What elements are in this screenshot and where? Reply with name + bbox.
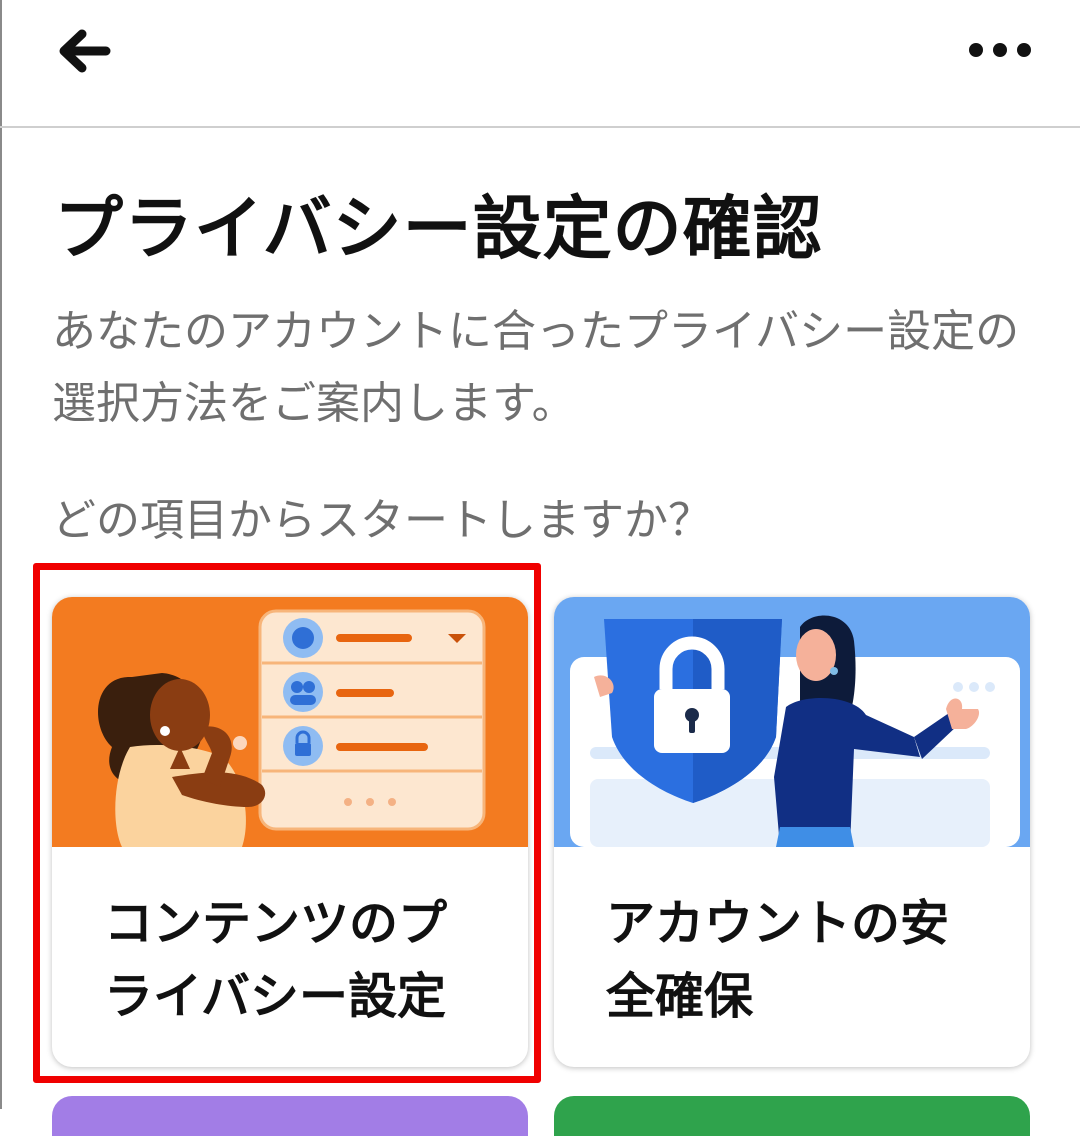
page-title: プライバシー設定の確認 [54, 189, 823, 269]
back-button[interactable] [50, 22, 120, 82]
top-app-bar [0, 0, 1080, 128]
account-security-illustration [554, 597, 1030, 847]
account-security-card[interactable]: アカウントの安全確保 [554, 597, 1030, 1067]
next-card-purple-peek[interactable] [52, 1096, 528, 1136]
window-edge [0, 0, 2, 1109]
arrow-left-icon [59, 29, 111, 73]
more-options-button[interactable] [960, 28, 1040, 72]
account-security-card-label: アカウントの安全確保 [606, 895, 950, 1025]
next-card-green-peek[interactable] [554, 1096, 1030, 1136]
page-description: あなたのアカウントに合ったプライバシー設定の選択方法をご案内します。 [52, 306, 1020, 429]
selection-highlight-frame [33, 563, 541, 1083]
start-question: どの項目からスタートしますか？ [52, 495, 712, 546]
more-horizontal-icon [969, 43, 1031, 57]
